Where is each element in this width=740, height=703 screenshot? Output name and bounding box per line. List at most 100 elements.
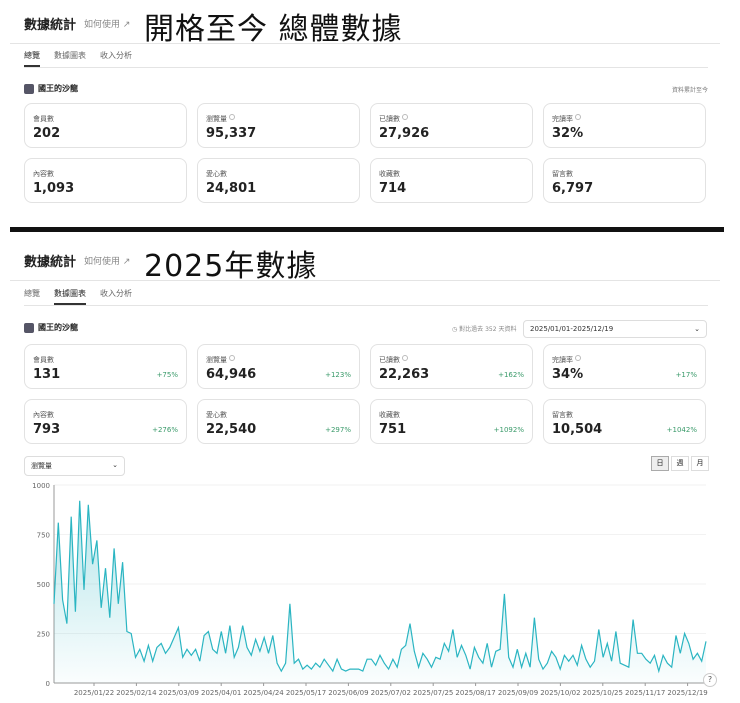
stat-label-text: 留言數 bbox=[552, 411, 573, 419]
metric-value: 瀏覽量 bbox=[31, 462, 52, 470]
caption: 開格至今 總體數據 bbox=[144, 12, 403, 47]
y-tick-label: 1000 bbox=[32, 482, 50, 490]
caption-2025: 2025年數據 bbox=[144, 249, 318, 284]
divider bbox=[10, 280, 720, 281]
stat-change: +162% bbox=[498, 371, 524, 379]
clock-icon: ◷ bbox=[452, 326, 458, 333]
stat-value: 22,263 bbox=[379, 367, 430, 382]
y-tick-label: 750 bbox=[37, 532, 50, 540]
stat-label-text: 收藏數 bbox=[379, 170, 400, 178]
stat-label: 留言數 bbox=[552, 169, 573, 179]
granularity-week[interactable]: 週 bbox=[671, 456, 689, 471]
stat-label-text: 瀏覽量 bbox=[206, 356, 227, 364]
stat-value: 27,926 bbox=[379, 126, 430, 141]
x-tick-label: 2025/08/17 bbox=[455, 689, 495, 697]
stat-value: 95,337 bbox=[206, 126, 257, 141]
info-icon[interactable] bbox=[402, 355, 408, 361]
x-tick-label: 2025/03/09 bbox=[159, 689, 199, 697]
x-tick-label: 2025/09/09 bbox=[498, 689, 538, 697]
info-icon[interactable] bbox=[229, 114, 235, 120]
help-icon[interactable]: ? bbox=[703, 673, 717, 687]
x-tick-label: 2025/04/01 bbox=[201, 689, 241, 697]
stat-value: 714 bbox=[379, 181, 407, 196]
stat-label: 留言數 bbox=[552, 410, 573, 420]
stat-value: 32% bbox=[552, 126, 584, 141]
separator-bar bbox=[10, 227, 724, 232]
stat-label: 完讀率 bbox=[552, 355, 581, 365]
granularity-month[interactable]: 月 bbox=[691, 456, 709, 471]
stat-label: 已讀數 bbox=[379, 355, 408, 365]
tab-revenue[interactable]: 收入分析 bbox=[100, 50, 132, 67]
stat-label-text: 內容數 bbox=[33, 411, 54, 419]
stat-label-text: 內容數 bbox=[33, 170, 54, 178]
x-tick-label: 2025/12/19 bbox=[667, 689, 707, 697]
x-tick-label: 2025/05/17 bbox=[286, 689, 326, 697]
stat-card: 完讀率 32% bbox=[543, 103, 706, 148]
tabs-2025: 總覽 數據圖表 收入分析 bbox=[24, 288, 708, 306]
stat-card: 愛心數 24,801 bbox=[197, 158, 360, 203]
stat-change: +17% bbox=[675, 371, 697, 379]
x-tick-label: 2025/04/24 bbox=[243, 689, 284, 697]
stat-label: 收藏數 bbox=[379, 169, 400, 179]
stat-value: 1,093 bbox=[33, 181, 75, 196]
external-link-icon: ↗ bbox=[122, 257, 131, 267]
y-tick-label: 0 bbox=[46, 680, 50, 688]
stat-label-text: 完讀率 bbox=[552, 115, 573, 123]
stat-card: 會員數 202 bbox=[24, 103, 187, 148]
stat-change: +75% bbox=[156, 371, 178, 379]
granularity-day[interactable]: 日 bbox=[651, 456, 669, 471]
help-label: 如何使用 bbox=[84, 257, 121, 267]
stat-label: 會員數 bbox=[33, 355, 54, 365]
stat-value: 64,946 bbox=[206, 367, 257, 382]
compare-text: 對比過去 352 天資料 bbox=[459, 326, 517, 333]
x-tick-label: 2025/11/17 bbox=[625, 689, 665, 697]
stat-label: 愛心數 bbox=[206, 410, 227, 420]
info-icon[interactable] bbox=[229, 355, 235, 361]
help-link[interactable]: 如何使用 ↗ bbox=[84, 17, 130, 30]
stat-card: 內容數 793 +276% bbox=[24, 399, 187, 444]
tab-overview[interactable]: 總覽 bbox=[24, 50, 40, 67]
page-title: 數據統計 bbox=[24, 18, 77, 33]
stat-value: 751 bbox=[379, 422, 407, 437]
views-chart: 025050075010002025/01/22 2025/02/14 2025/0… bbox=[32, 482, 708, 697]
tab-overview[interactable]: 總覽 bbox=[24, 288, 40, 305]
stat-label: 瀏覽量 bbox=[206, 114, 235, 124]
tabs: 總覽 數據圖表 收入分析 bbox=[24, 50, 708, 68]
stat-value: 10,504 bbox=[552, 422, 603, 437]
date-range-select[interactable]: 2025/01/01-2025/12/19 ⌄ bbox=[523, 320, 707, 338]
stat-value: 793 bbox=[33, 422, 61, 437]
channel-name: 國王的沙龍 bbox=[38, 323, 78, 332]
x-tick-label: 2025/10/25 bbox=[583, 689, 623, 697]
info-icon[interactable] bbox=[575, 114, 581, 120]
tab-revenue[interactable]: 收入分析 bbox=[100, 288, 132, 305]
metric-select[interactable]: 瀏覽量 ⌄ bbox=[24, 456, 125, 476]
compare-note: ◷ 對比過去 352 天資料 bbox=[452, 324, 516, 333]
avatar bbox=[24, 83, 34, 94]
x-tick-label: 2025/07/25 bbox=[413, 689, 453, 697]
tab-charts[interactable]: 數據圖表 bbox=[54, 50, 86, 67]
series-line bbox=[53, 500, 707, 674]
info-icon[interactable] bbox=[575, 355, 581, 361]
stat-card: 留言數 6,797 bbox=[543, 158, 706, 203]
stat-label-text: 收藏數 bbox=[379, 411, 400, 419]
stat-label-text: 已讀數 bbox=[379, 115, 400, 123]
stat-card: 內容數 1,093 bbox=[24, 158, 187, 203]
stat-change: +297% bbox=[325, 426, 351, 434]
info-icon[interactable] bbox=[402, 114, 408, 120]
stat-label: 瀏覽量 bbox=[206, 355, 235, 365]
external-link-icon: ↗ bbox=[122, 20, 131, 30]
stat-value: 34% bbox=[552, 367, 584, 382]
stat-card: 瀏覽量 64,946 +123% bbox=[197, 344, 360, 389]
help-link-2025[interactable]: 如何使用 ↗ bbox=[84, 254, 130, 267]
chevron-down-icon: ⌄ bbox=[112, 461, 118, 469]
stat-label-text: 愛心數 bbox=[206, 170, 227, 178]
channel: 國王的沙龍 bbox=[24, 83, 78, 94]
tab-charts[interactable]: 數據圖表 bbox=[54, 288, 86, 305]
stat-label-text: 愛心數 bbox=[206, 411, 227, 419]
stat-change: +1042% bbox=[666, 426, 697, 434]
stat-value: 131 bbox=[33, 367, 61, 382]
stat-label-text: 已讀數 bbox=[379, 356, 400, 364]
stat-label: 內容數 bbox=[33, 410, 54, 420]
stat-change: +123% bbox=[325, 371, 351, 379]
date-range-value: 2025/01/01-2025/12/19 bbox=[530, 325, 614, 333]
